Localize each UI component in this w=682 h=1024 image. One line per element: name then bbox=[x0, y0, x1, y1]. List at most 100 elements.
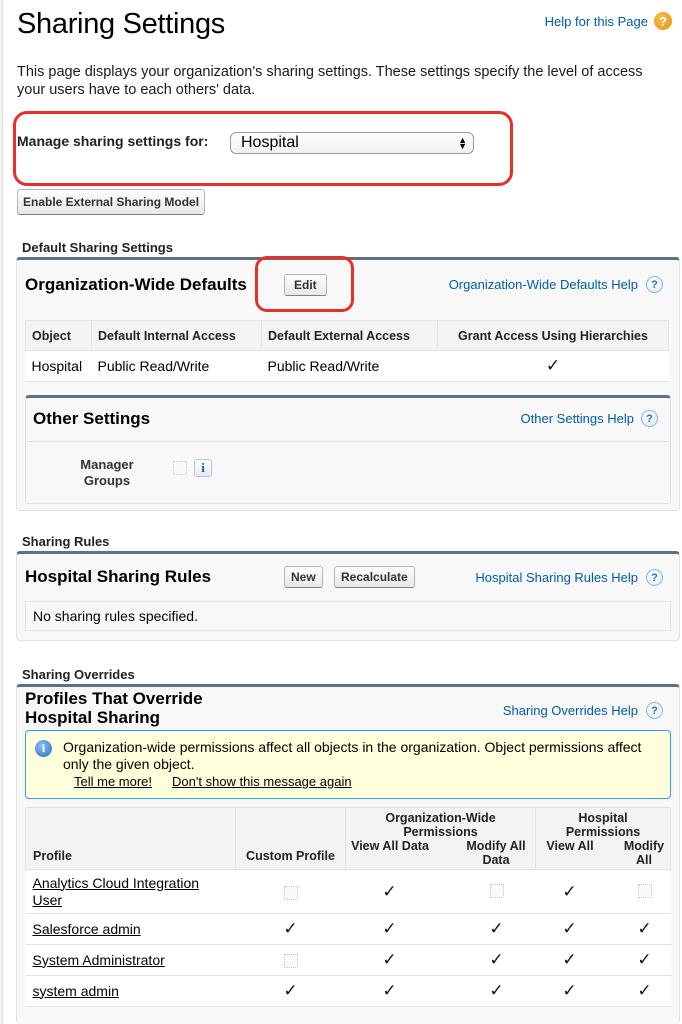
cell-slot: ✓ bbox=[540, 950, 600, 970]
profiles-override-title: Profiles That Override Hospital Sharing bbox=[25, 689, 203, 727]
col-group-hospital: Hospital Permissions View All Modify All bbox=[535, 807, 671, 870]
cell-custom-profile: ✓ bbox=[235, 975, 346, 1007]
cell-profile: System Administrator bbox=[25, 944, 236, 976]
cell-object: Hospital bbox=[25, 350, 92, 382]
profiles-override-title-line1: Profiles That Override bbox=[25, 689, 203, 708]
cell-slot bbox=[623, 882, 667, 902]
sharing-rules-help[interactable]: Hospital Sharing Rules Help ? bbox=[475, 569, 663, 586]
help-for-page-link[interactable]: Help for this Page bbox=[545, 14, 648, 29]
question-icon[interactable]: ? bbox=[646, 276, 663, 293]
view-all-checkmark-icon: ✓ bbox=[562, 950, 577, 969]
col-profile: Profile bbox=[25, 807, 236, 870]
alert-message: Organization-wide permissions affect all… bbox=[63, 739, 642, 772]
view-all-data-checkmark-icon: ✓ bbox=[382, 950, 397, 969]
other-settings-help-link[interactable]: Other Settings Help bbox=[521, 411, 634, 426]
question-icon[interactable]: ? bbox=[646, 569, 663, 586]
cell-hospital-permissions: ✓ bbox=[535, 869, 671, 914]
table-row: System Administrator ✓ ✓ ✓ ✓ bbox=[25, 944, 671, 976]
table-row: Hospital Public Read/Write Public Read/W… bbox=[25, 350, 669, 382]
cell-slot: ✓ bbox=[350, 882, 430, 902]
sharing-overrides-help[interactable]: Sharing Overrides Help ? bbox=[503, 702, 663, 719]
view-all-checkmark-icon: ✓ bbox=[562, 919, 577, 938]
dont-show-again-link[interactable]: Don't show this message again bbox=[172, 774, 352, 789]
manager-groups-checkbox[interactable] bbox=[173, 461, 187, 475]
org-wide-permissions-header: Organization-Wide Permissions bbox=[385, 811, 496, 839]
recalculate-button[interactable]: Recalculate bbox=[334, 566, 415, 588]
org-wide-defaults-help-link[interactable]: Organization-Wide Defaults Help bbox=[449, 277, 638, 292]
object-select[interactable]: Hospital ▲ ▼ bbox=[230, 132, 474, 154]
alert-links: Tell me more! Don't show this message ag… bbox=[74, 774, 352, 789]
checkmark-icon: ✓ bbox=[545, 356, 561, 375]
sharing-rules-help-link[interactable]: Hospital Sharing Rules Help bbox=[475, 570, 638, 585]
question-icon[interactable]: ? bbox=[641, 410, 658, 427]
select-arrows-icon: ▲ ▼ bbox=[458, 135, 467, 151]
modify-all-unchecked-box bbox=[637, 883, 652, 898]
new-rule-button[interactable]: New bbox=[284, 566, 323, 588]
cell-slot: ✓ bbox=[462, 981, 532, 1001]
other-settings-title: Other Settings bbox=[33, 409, 151, 428]
default-sharing-section-label: Default Sharing Settings bbox=[22, 240, 173, 255]
cell-slot: ✓ bbox=[540, 981, 600, 1001]
enable-external-sharing-button[interactable]: Enable External Sharing Model bbox=[17, 189, 206, 215]
tell-me-more-link[interactable]: Tell me more! bbox=[74, 774, 152, 789]
cell-internal-access: Public Read/Write bbox=[91, 350, 262, 382]
cell-custom-profile bbox=[235, 869, 346, 914]
manager-groups-label: Manager Groups bbox=[80, 457, 134, 488]
hospital-sharing-rules-title: Hospital Sharing Rules bbox=[25, 567, 212, 586]
profile-link[interactable]: Analytics Cloud Integration User bbox=[33, 875, 223, 909]
info-icon[interactable]: i bbox=[194, 459, 212, 477]
modify-all-checkmark-icon: ✓ bbox=[637, 919, 652, 938]
profiles-override-body: Analytics Cloud Integration User ✓ ✓ Salesf… bbox=[25, 869, 671, 1007]
cell-slot: ✓ bbox=[623, 981, 667, 1001]
cell-slot: ✓ bbox=[540, 882, 600, 902]
cell-slot: ✓ bbox=[350, 981, 430, 1001]
col-modify-all: Modify All bbox=[623, 839, 665, 867]
modify-all-data-checkmark-icon: ✓ bbox=[489, 981, 504, 1000]
other-settings-help[interactable]: Other Settings Help ? bbox=[521, 410, 658, 427]
org-wide-defaults-help[interactable]: Organization-Wide Defaults Help ? bbox=[449, 276, 663, 293]
modify-all-checkmark-icon: ✓ bbox=[637, 950, 652, 969]
view-all-checkmark-icon: ✓ bbox=[562, 881, 577, 901]
cell-hospital-permissions: ✓ ✓ bbox=[535, 975, 671, 1007]
view-all-data-checkmark-icon: ✓ bbox=[382, 981, 397, 1000]
table-row: Salesforce admin ✓ ✓ ✓ ✓ ✓ bbox=[25, 913, 671, 945]
other-settings-panel: Other Settings Other Settings Help ? Man… bbox=[25, 395, 671, 504]
table-row: system admin ✓ ✓ ✓ ✓ ✓ bbox=[25, 975, 671, 1007]
profiles-override-title-line2: Hospital Sharing bbox=[25, 708, 161, 727]
cell-profile: Analytics Cloud Integration User bbox=[25, 869, 236, 914]
manage-sharing-label: Manage sharing settings for: bbox=[17, 133, 209, 149]
custom-profile-unchecked-box bbox=[283, 885, 298, 900]
sharing-overrides-section-label: Sharing Overrides bbox=[22, 667, 135, 682]
annotation-highlight-edit bbox=[255, 256, 354, 312]
cell-slot bbox=[462, 882, 532, 902]
col-group-org-wide: Organization-Wide Permissions View All D… bbox=[345, 807, 536, 870]
org-wide-defaults-table: Object Default Internal Access Default E… bbox=[25, 320, 669, 382]
cell-slot: ✓ bbox=[462, 950, 532, 970]
hospital-sharing-rules-panel: Hospital Sharing Rules New Recalculate H… bbox=[16, 551, 680, 641]
cell-org-wide-permissions: ✓ bbox=[345, 869, 536, 914]
modify-all-data-checkmark-icon: ✓ bbox=[489, 919, 504, 938]
custom-profile-unchecked-box bbox=[283, 954, 298, 969]
help-icon[interactable]: ? bbox=[654, 12, 672, 30]
col-default-internal: Default Internal Access bbox=[91, 320, 262, 351]
sharing-overrides-help-link[interactable]: Sharing Overrides Help bbox=[503, 703, 638, 718]
table-row: Analytics Cloud Integration User ✓ ✓ bbox=[25, 869, 671, 914]
cell-external-access: Public Read/Write bbox=[261, 350, 438, 382]
custom-profile-checkmark-icon: ✓ bbox=[283, 919, 298, 938]
object-select-value: Hospital bbox=[241, 134, 299, 151]
help-for-page[interactable]: Help for this Page ? bbox=[545, 12, 672, 30]
cell-profile: system admin bbox=[25, 975, 236, 1007]
cell-org-wide-permissions: ✓ ✓ bbox=[345, 944, 536, 976]
profile-link[interactable]: Salesforce admin bbox=[33, 921, 141, 937]
profile-link[interactable]: System Administrator bbox=[33, 952, 165, 968]
cell-slot: ✓ bbox=[350, 919, 430, 939]
sharing-rules-section-label: Sharing Rules bbox=[22, 534, 110, 549]
col-custom-profile: Custom Profile bbox=[235, 807, 346, 870]
cell-org-wide-permissions: ✓ ✓ bbox=[345, 913, 536, 945]
profiles-override-panel: Profiles That Override Hospital Sharing … bbox=[16, 684, 680, 1024]
profile-link[interactable]: system admin bbox=[33, 983, 119, 999]
view-all-data-checkmark-icon: ✓ bbox=[382, 919, 397, 938]
col-default-external: Default External Access bbox=[261, 320, 438, 351]
other-settings-header: Other Settings Other Settings Help ? bbox=[26, 398, 670, 442]
question-icon[interactable]: ? bbox=[646, 702, 663, 719]
